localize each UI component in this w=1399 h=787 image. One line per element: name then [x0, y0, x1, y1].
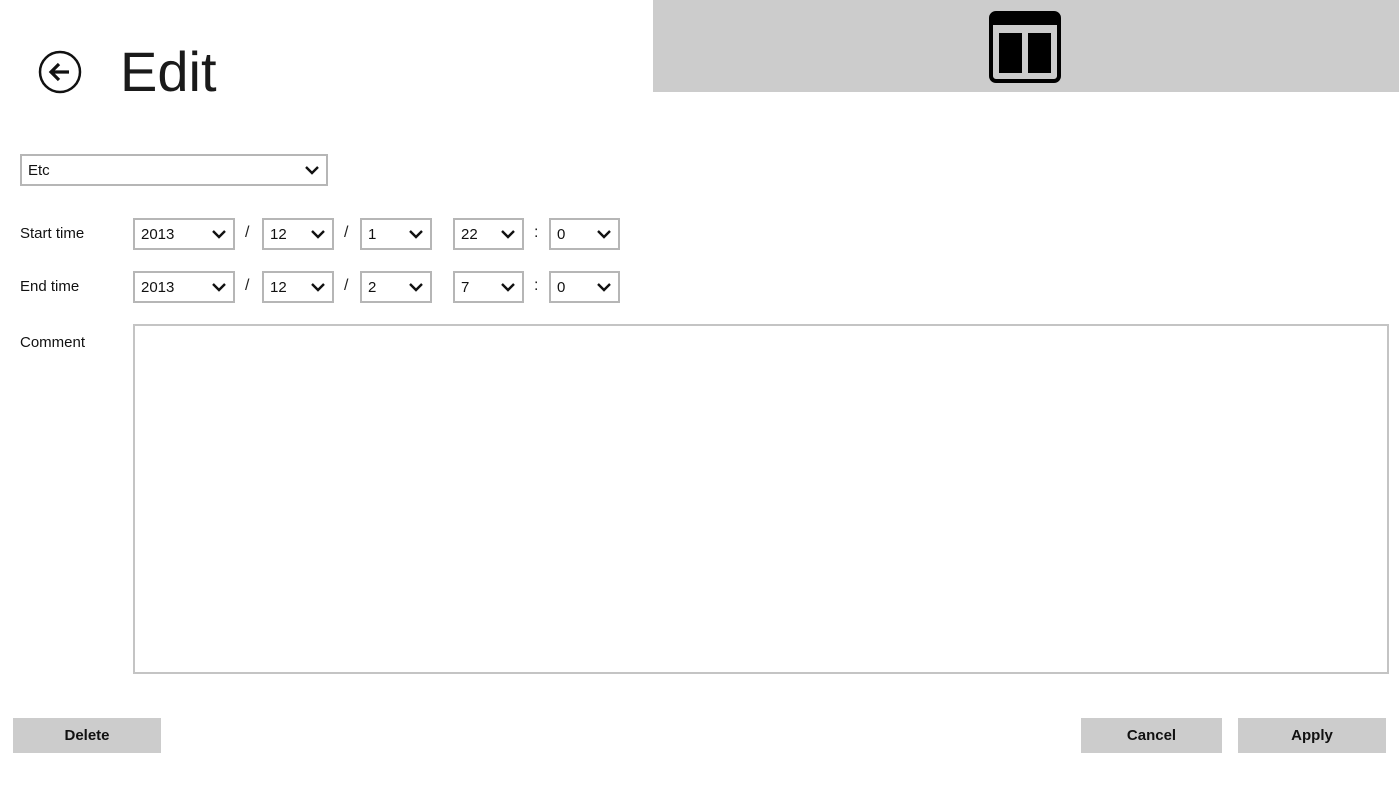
end-hour-value: 7 — [461, 279, 470, 296]
time-separator: : — [534, 277, 539, 294]
category-select-value: Etc — [28, 162, 50, 179]
comment-label: Comment — [20, 334, 86, 351]
start-day-value: 1 — [368, 226, 377, 243]
time-separator: : — [534, 224, 539, 241]
end-month-value: 12 — [270, 279, 287, 296]
chevron-down-icon — [501, 283, 515, 292]
chevron-down-icon — [311, 283, 325, 292]
start-month-value: 12 — [270, 226, 287, 243]
comment-textarea[interactable] — [133, 324, 1389, 674]
chevron-down-icon — [409, 230, 423, 239]
end-day-value: 2 — [368, 279, 377, 296]
end-minute-value: 0 — [557, 279, 566, 296]
end-minute-select[interactable]: 0 — [549, 271, 620, 303]
chevron-down-icon — [212, 283, 226, 292]
end-day-select[interactable]: 2 — [360, 271, 432, 303]
end-year-value: 2013 — [141, 279, 175, 296]
two-column-layout-icon[interactable] — [988, 10, 1062, 84]
date-separator: / — [245, 224, 250, 241]
end-month-select[interactable]: 12 — [262, 271, 334, 303]
chevron-down-icon — [409, 283, 423, 292]
start-time-label: Start time — [20, 225, 85, 242]
start-minute-value: 0 — [557, 226, 566, 243]
start-year-select[interactable]: 2013 — [133, 218, 235, 250]
start-year-value: 2013 — [141, 226, 175, 243]
date-separator: / — [344, 277, 349, 294]
end-hour-select[interactable]: 7 — [453, 271, 524, 303]
edit-page: Edit Etc Start time 2013 / 12 / 1 22 : 0 — [0, 0, 1399, 787]
start-hour-select[interactable]: 22 — [453, 218, 524, 250]
page-title: Edit — [120, 40, 217, 103]
category-select[interactable]: Etc — [20, 154, 328, 186]
chevron-down-icon — [311, 230, 325, 239]
back-arrow-circle-icon — [38, 50, 82, 94]
apply-button[interactable]: Apply — [1238, 718, 1386, 753]
cancel-button[interactable]: Cancel — [1081, 718, 1222, 753]
start-minute-select[interactable]: 0 — [549, 218, 620, 250]
date-separator: / — [344, 224, 349, 241]
start-month-select[interactable]: 12 — [262, 218, 334, 250]
start-day-select[interactable]: 1 — [360, 218, 432, 250]
delete-button[interactable]: Delete — [13, 718, 161, 753]
end-year-select[interactable]: 2013 — [133, 271, 235, 303]
date-separator: / — [245, 277, 250, 294]
start-hour-value: 22 — [461, 226, 478, 243]
chevron-down-icon — [597, 283, 611, 292]
chevron-down-icon — [597, 230, 611, 239]
chevron-down-icon — [501, 230, 515, 239]
chevron-down-icon — [212, 230, 226, 239]
chevron-down-icon — [305, 166, 319, 175]
end-time-label: End time — [20, 278, 80, 295]
back-button[interactable] — [38, 50, 82, 94]
